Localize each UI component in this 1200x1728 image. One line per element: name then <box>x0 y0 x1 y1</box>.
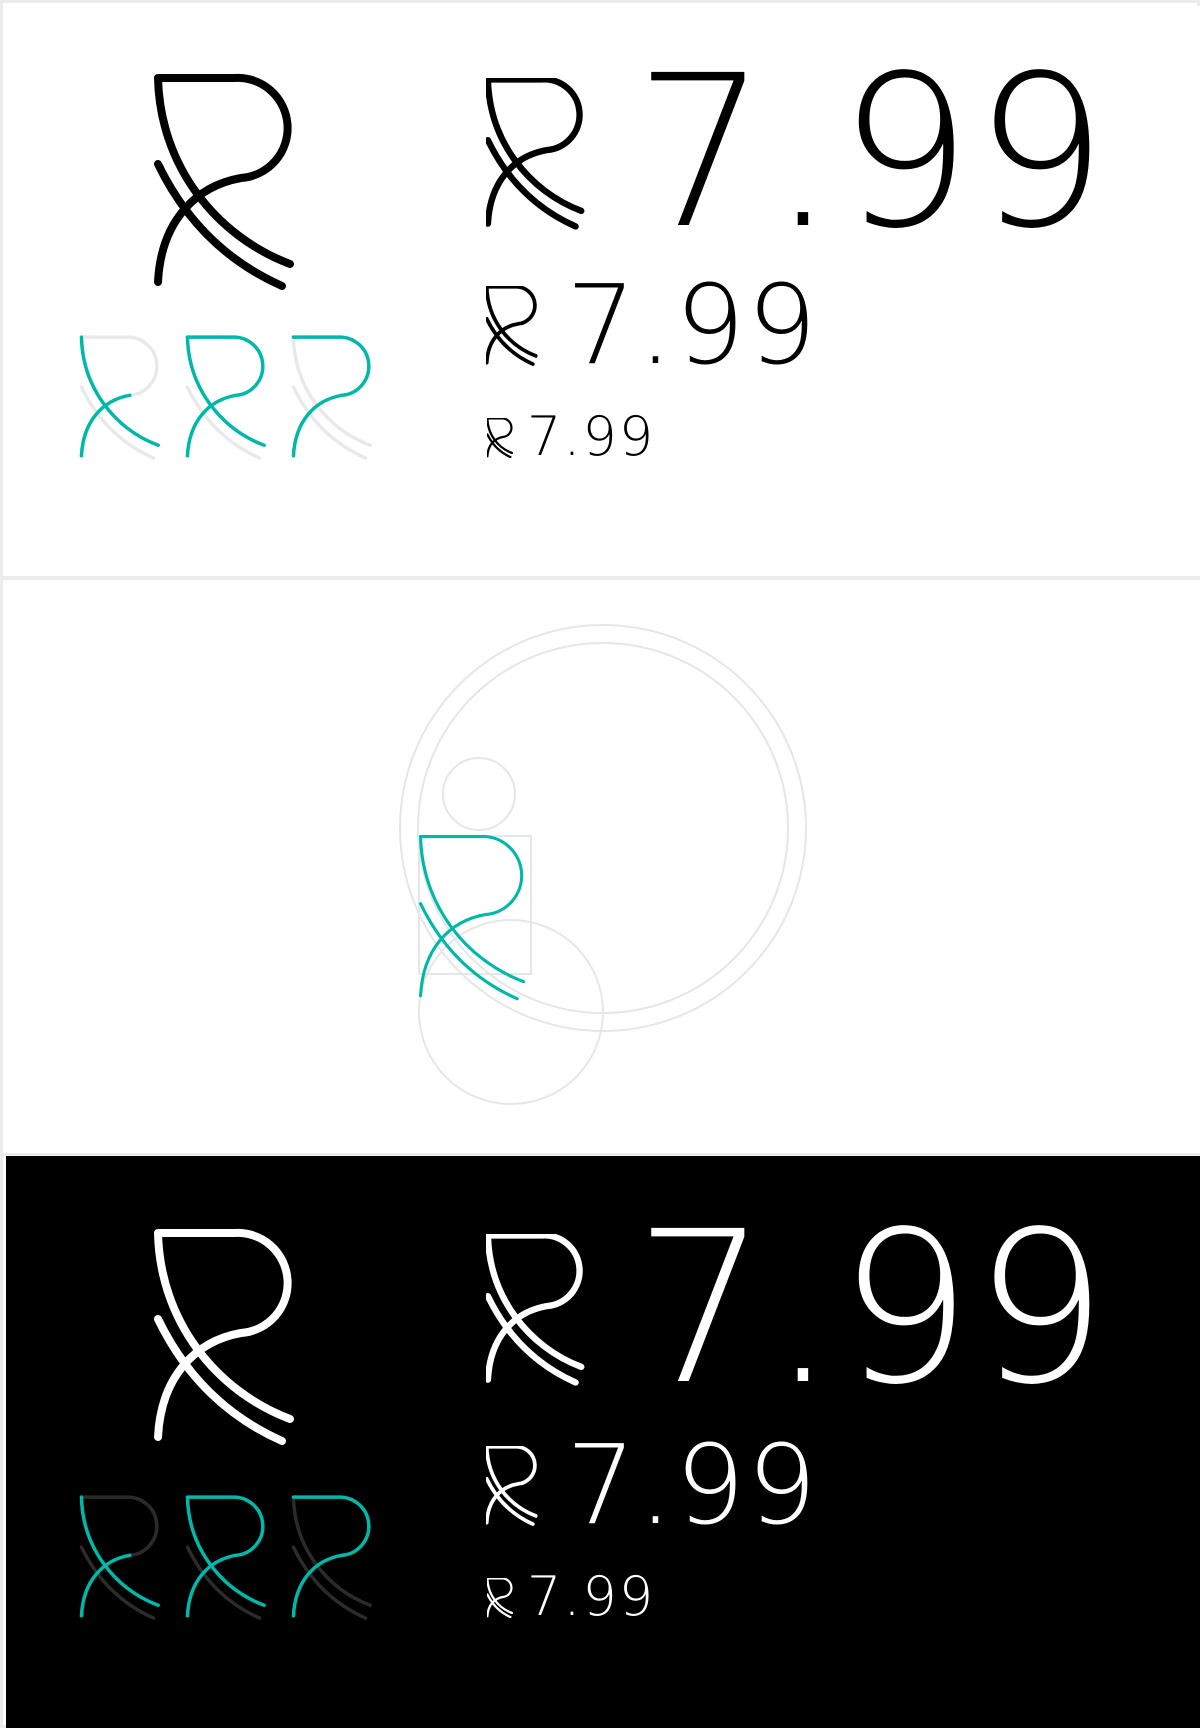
panel-light: 7.99 7.99 7.99 <box>6 6 1200 576</box>
panel-construction <box>6 580 1200 1153</box>
lower-guide-circle <box>418 919 604 1105</box>
currency-symbol-icon <box>487 1578 513 1618</box>
large-currency-symbol-icon <box>154 73 296 291</box>
price-large-amount: 7.99 <box>634 30 1110 275</box>
currency-symbol-icon <box>486 78 585 230</box>
price-small: 7.99 <box>487 1570 655 1624</box>
price-small-amount: 7.99 <box>527 1565 656 1628</box>
price-medium: 7.99 <box>486 1430 819 1540</box>
stroke-variant-2-icon <box>185 335 268 461</box>
currency-symbol-icon <box>486 1446 538 1526</box>
price-small-amount: 7.99 <box>527 405 656 468</box>
stroke-variant-1-icon <box>79 335 162 461</box>
stroke-variant-2-icon <box>185 1495 268 1621</box>
currency-symbol-icon <box>487 418 513 458</box>
bowl-guide-circle <box>442 757 516 831</box>
price-medium-amount: 7.99 <box>566 261 819 389</box>
panel-dark: 7.99 7.99 7.99 <box>6 1156 1200 1728</box>
price-medium: 7.99 <box>486 270 819 380</box>
inner-guide-circle <box>417 642 789 1014</box>
price-medium-amount: 7.99 <box>566 1421 819 1549</box>
stroke-variant-1-icon <box>79 1495 162 1621</box>
price-large: 7.99 <box>486 48 1110 258</box>
price-small: 7.99 <box>487 410 655 464</box>
large-currency-symbol-icon <box>154 1228 296 1446</box>
currency-symbol-icon <box>486 286 538 366</box>
currency-symbol-icon <box>486 1234 585 1386</box>
price-large-amount: 7.99 <box>634 1186 1110 1431</box>
stroke-variant-3-icon <box>291 1495 374 1621</box>
price-large: 7.99 <box>486 1204 1110 1414</box>
outer-guide-circle <box>399 624 807 1032</box>
brand-sheet: 7.99 7.99 7.99 7.99 7.99 7.99 <box>0 0 1200 1728</box>
construction-grid <box>399 624 807 1105</box>
stroke-variant-3-icon <box>291 335 374 461</box>
